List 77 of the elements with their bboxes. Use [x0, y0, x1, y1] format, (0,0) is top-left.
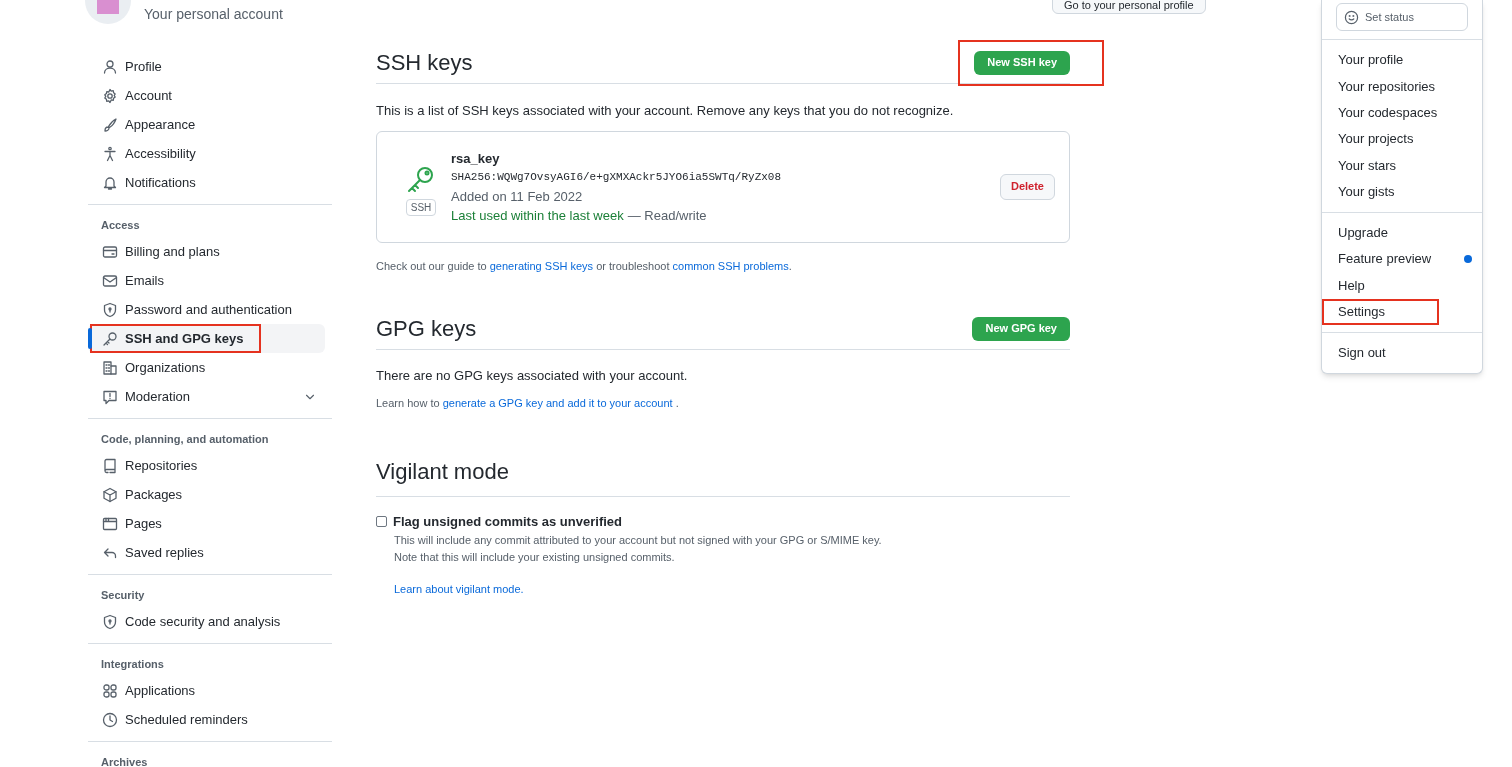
envelope-icon [102, 272, 118, 289]
guide-text: Check out our guide to generating SSH keys or troubleshoot common SSH problems. [376, 258, 793, 274]
bell-icon [102, 174, 118, 191]
sidebar-item[interactable]: Billing and plans [88, 237, 325, 266]
menu-item[interactable]: Your profile [1322, 47, 1482, 74]
sidebar-item[interactable]: SSH and GPG keys [88, 324, 325, 353]
accessibility-icon [102, 145, 118, 162]
key-name: rsa_key [451, 149, 501, 168]
menu-item[interactable]: Upgrade [1322, 219, 1482, 247]
set-status-button[interactable]: Set status [1336, 3, 1468, 31]
sidebar-item[interactable]: Pages [88, 509, 325, 538]
intro-text: This is a list of SSH keys associated with your account. Remove any keys that you do not recognize. [376, 102, 955, 120]
section-title: GPG keys [376, 315, 477, 343]
section-heading: Integrations [100, 657, 165, 672]
section-heading: Security [100, 588, 146, 603]
menu-item[interactable]: Settings [1322, 298, 1439, 325]
empty-text: There are no GPG keys associated with your account. [376, 367, 689, 385]
sidebar-item[interactable]: Moderation [88, 382, 325, 411]
menu-item[interactable]: Feature preview [1322, 246, 1482, 273]
key-fingerprint: SHA256:WQWg7OvsyAGI6/e+gXMXAckr5JYO6ia5SWTq/RyZx08 [451, 169, 782, 185]
menu-item[interactable]: Your stars [1322, 152, 1482, 179]
section-heading: Archives [100, 755, 149, 767]
repository-icon [102, 457, 118, 474]
sidebar-item[interactable]: Repositories [88, 451, 325, 480]
link[interactable]: generating SSH keys [489, 259, 594, 272]
menu-item[interactable]: Your repositories [1322, 73, 1482, 100]
key-icon [102, 330, 118, 347]
sidebar-item[interactable]: Appearance [88, 110, 325, 139]
sidebar-item[interactable]: Profile [88, 52, 325, 81]
learn-text: Learn how to generate a GPG key and add it to your account . [376, 395, 680, 411]
sidebar-item[interactable]: Code security and analysis [88, 607, 325, 636]
sidebar-item[interactable]: Emails [88, 266, 325, 295]
smiley-icon [1344, 9, 1359, 25]
sidebar-item[interactable]: Saved replies [88, 538, 325, 567]
sidebar-item[interactable]: Account [88, 81, 325, 110]
access-text: — Read/write [627, 206, 707, 225]
sidebar-item[interactable]: Accessibility [88, 139, 325, 168]
link[interactable]: generate a GPG key and add it to your account [442, 396, 673, 409]
link[interactable]: Learn about vigilant mode. [394, 580, 1070, 597]
section-heading: Access [100, 218, 141, 233]
checkbox[interactable] [376, 516, 387, 528]
building-icon [102, 359, 118, 376]
package-icon [102, 486, 118, 503]
browser-icon [102, 515, 118, 532]
link[interactable]: common SSH problems [672, 259, 789, 272]
section-heading: Code, planning, and automation [100, 432, 270, 447]
key-type-label: SSH [405, 199, 437, 216]
person-icon [102, 58, 118, 75]
checkbox-label: Flag unsigned commits as unverified [393, 513, 622, 531]
sidebar-item[interactable]: Applications [88, 676, 325, 705]
gear-icon [102, 87, 118, 104]
section-title: Vigilant mode [376, 458, 510, 486]
paintbrush-icon [102, 116, 118, 133]
profile-button[interactable]: Go to your personal profile [1052, 0, 1206, 14]
sidebar-item[interactable]: Packages [88, 480, 325, 509]
clock-icon [102, 711, 118, 728]
credit-card-icon [102, 243, 118, 260]
sidebar-item[interactable]: Organizations [88, 353, 325, 382]
apps-icon [102, 682, 118, 699]
note-text: This will include any commit attributed to your account but not signed with your GPG or S/MIME key. [394, 532, 883, 548]
added-date: Added on 11 Feb 2022 [451, 187, 584, 206]
menu-item[interactable]: Your codespaces [1322, 99, 1482, 126]
report-icon [102, 388, 118, 405]
section-title: SSH keys [376, 49, 473, 77]
note-text: Note that this will include your existing unsigned commits. [394, 549, 676, 565]
sidebar-item[interactable]: Scheduled reminders [88, 705, 325, 734]
account-subtitle: Your personal account [144, 5, 283, 24]
menu-item[interactable]: Help [1322, 272, 1482, 299]
shield-icon [102, 613, 118, 630]
menu-item[interactable]: Your projects [1322, 125, 1482, 153]
shield-icon [102, 301, 118, 318]
menu-item[interactable]: Your gists [1322, 178, 1482, 205]
last-used-text: Last used within the last week [451, 206, 624, 225]
sidebar-item[interactable]: Password and authentication [88, 295, 325, 324]
sidebar-item[interactable]: Notifications [88, 168, 325, 197]
delete-button[interactable]: Delete [999, 173, 1055, 200]
menu-item[interactable]: Sign out [1322, 339, 1482, 367]
